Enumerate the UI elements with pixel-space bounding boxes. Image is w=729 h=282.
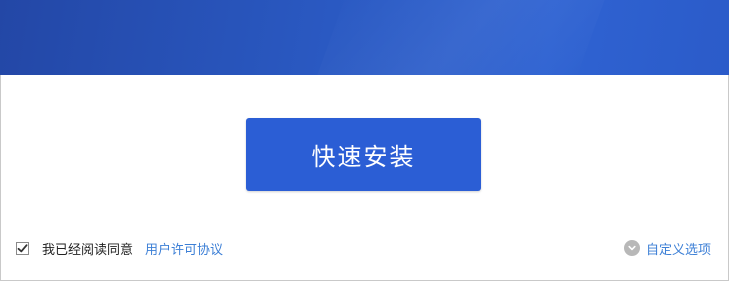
agree-checkbox[interactable] bbox=[16, 241, 29, 255]
custom-options-label: 自定义选项 bbox=[645, 242, 711, 258]
quick-install-button[interactable]: 快速安装 bbox=[246, 118, 481, 191]
license-agreement-link[interactable]: 用户许可协议 bbox=[145, 239, 223, 258]
checkmark-icon bbox=[17, 243, 28, 252]
header-banner bbox=[0, 0, 729, 75]
agreement-row: 我已经阅读同意 用户许可协议 bbox=[16, 238, 223, 258]
header-sheen bbox=[304, 0, 616, 75]
agree-label: 我已经阅读同意 bbox=[42, 242, 134, 258]
custom-options-toggle[interactable]: 自定义选项 bbox=[623, 238, 711, 258]
chevron-down-circle-icon bbox=[623, 240, 640, 256]
